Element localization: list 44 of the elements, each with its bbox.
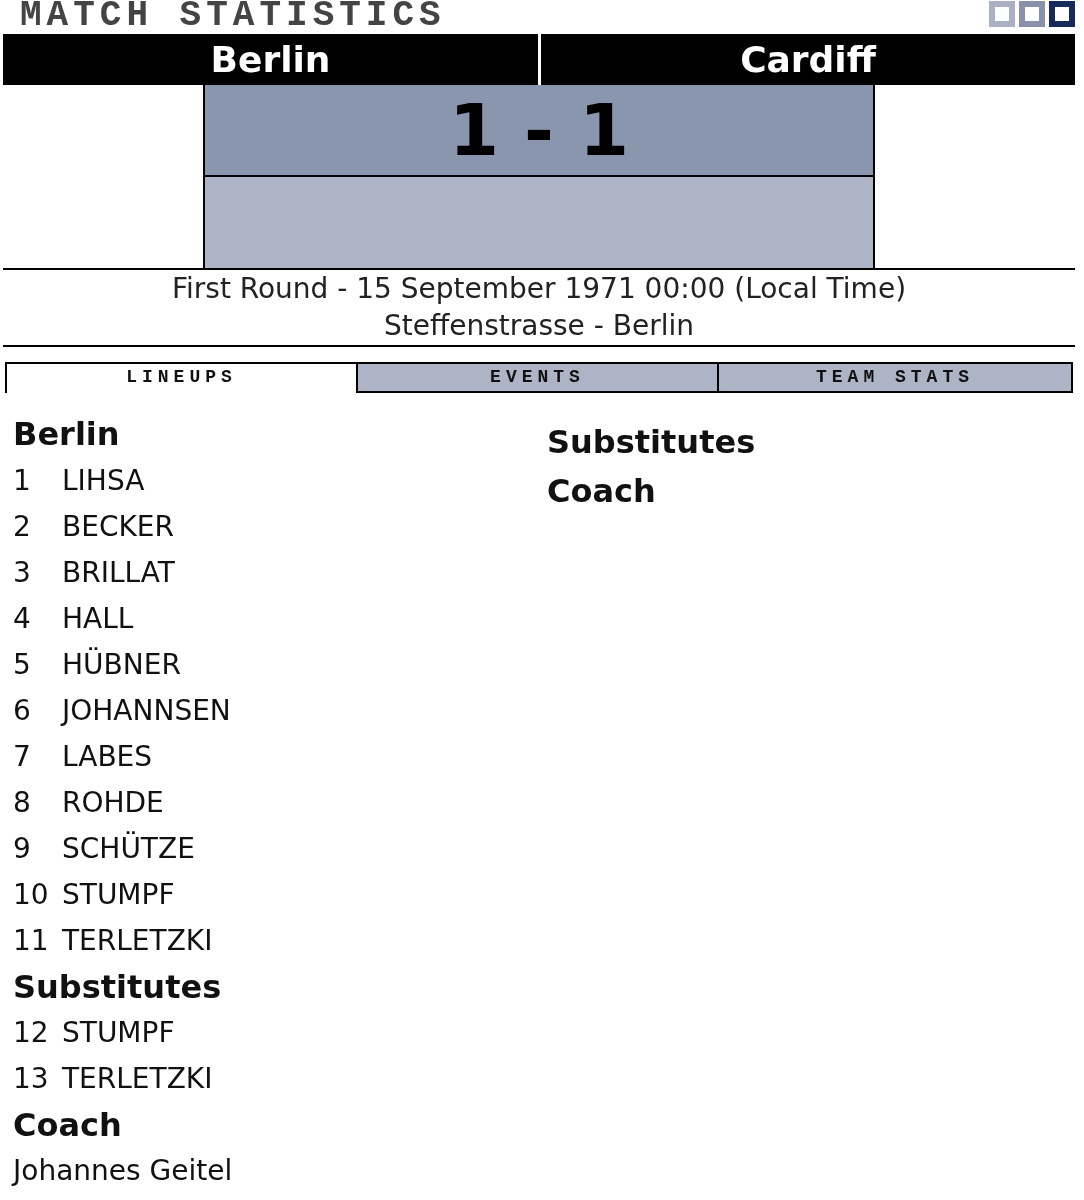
player-name: HALL [62,601,134,637]
player-number: 10 [13,878,49,911]
player-name: STUMPF [62,1015,175,1051]
team-name-header: Cardiff [541,34,1075,85]
theme-swatch-icon[interactable] [989,1,1015,27]
tab[interactable]: TEAM STATS [719,362,1073,393]
player-number: 8 [13,786,31,819]
player-name: TERLETZKI [62,1061,213,1097]
player-number: 2 [13,510,31,543]
team-heading: Berlin [13,415,120,453]
player-name: LIHSA [62,463,145,499]
player-number: 12 [13,1016,49,1049]
section-heading: Coach [13,1106,122,1144]
player-number: 6 [13,694,31,727]
section-heading: Substitutes [13,968,222,1006]
player-number: 9 [13,832,31,865]
player-name: LABES [62,739,153,775]
player-number: 4 [13,602,31,635]
section-heading: Substitutes [547,423,756,461]
team-name-header: Berlin [3,34,538,85]
player-number: 3 [13,556,31,589]
player-name: JOHANNSEN [62,693,231,729]
player-name: STUMPF [62,877,175,913]
player-number: 11 [13,924,49,957]
player-name: TERLETZKI [62,923,213,959]
player-number: 7 [13,740,31,773]
score-display: 1 - 1 [205,85,873,177]
player-name: SCHÜTZE [62,830,195,867]
player-name: HÜBNER [62,646,181,683]
player-number: 13 [13,1062,49,1095]
section-heading: Coach [547,472,656,510]
player-name: BRILLAT [62,555,175,591]
venue-text: Steffenstrasse - Berlin [383,308,694,344]
player-name: ROHDE [62,785,164,821]
coach-name: Johannes Geitel [13,1154,233,1187]
page-title: MATCH STATISTICS [20,0,446,31]
tab[interactable]: LINEUPS [5,362,358,393]
player-number: 1 [13,464,31,497]
player-number: 5 [13,648,31,681]
match-details: First Round - 15 September 1971 00:00 (Local Time) [171,271,907,307]
theme-swatch-icon[interactable] [1019,1,1045,27]
theme-swatch-icon[interactable] [1049,1,1075,27]
player-name: BECKER [62,509,174,545]
tab[interactable]: EVENTS [358,362,719,393]
